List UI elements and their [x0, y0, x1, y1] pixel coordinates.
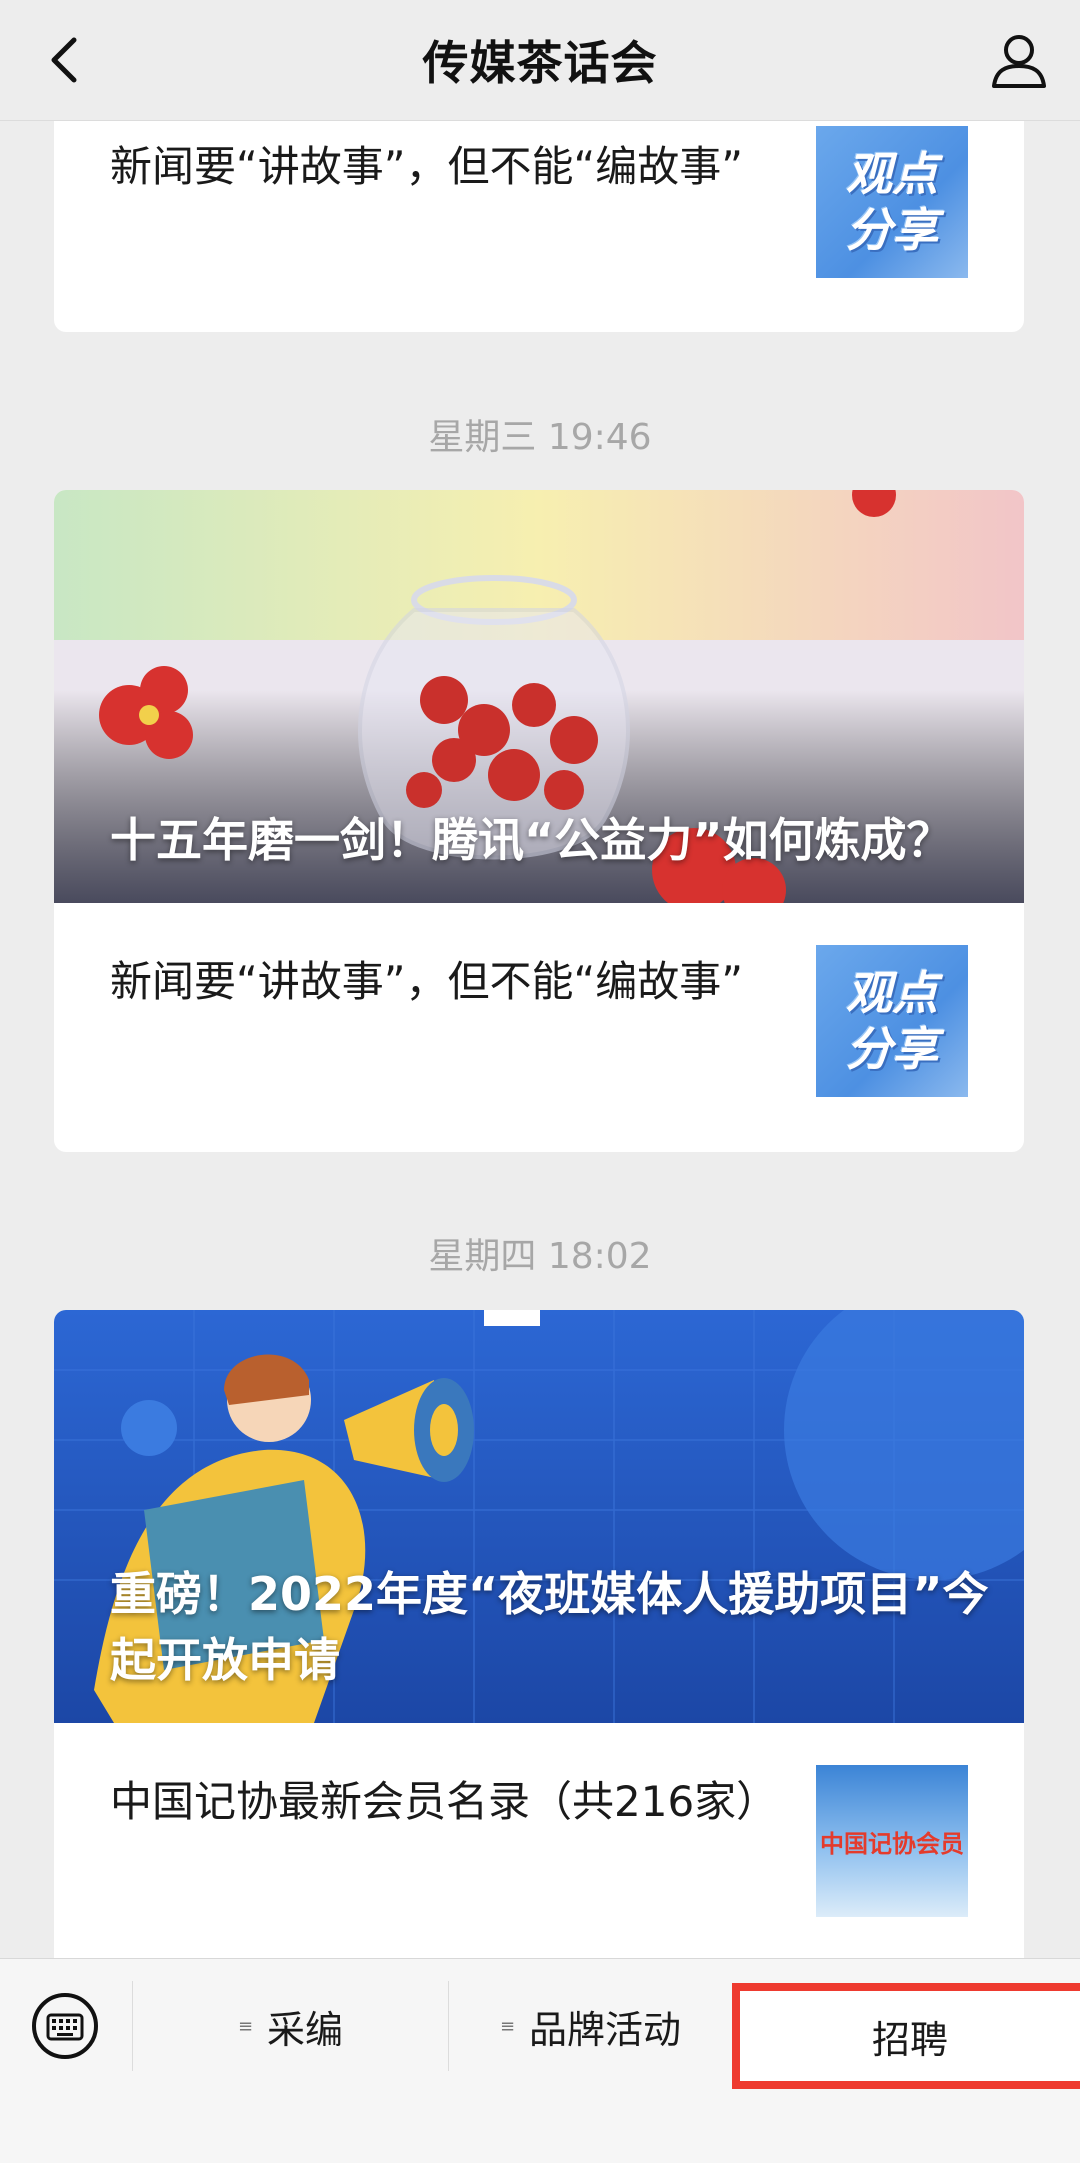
banner-title: 重磅！2022年度“夜班媒体人援助项目”今起开放申请	[110, 1567, 989, 1687]
menu-item-label: 品牌活动	[529, 2007, 682, 2052]
menu-item-label: 招聘	[871, 2017, 948, 2062]
article-title: 中国记协最新会员名录（共216家）	[110, 1777, 779, 1826]
article-title: 新闻要“讲故事”，但不能“编故事”	[110, 957, 744, 1006]
keyboard-icon[interactable]	[30, 1991, 100, 2061]
timestamp: 星期四 18:02	[428, 1236, 652, 1277]
article-card: 重磅！2022年度“夜班媒体人援助项目”今起开放申请 中国记协最新会员名录（共2…	[54, 1310, 1024, 2010]
timestamp: 星期三 19:46	[428, 417, 652, 458]
submenu-icon: ≡	[499, 2015, 516, 2037]
menu-item-label: 采编	[267, 2007, 344, 2052]
menu-item-recruitment[interactable]: 招聘	[732, 1983, 1080, 2089]
article-row[interactable]: 新闻要“讲故事”，但不能“编故事” 观点 分享	[54, 110, 1024, 332]
article-card: 十五年磨一剑！腾讯“公益力”如何炼成？ 新闻要“讲故事”，但不能“编故事” 观点…	[54, 490, 1024, 1152]
submenu-icon: ≡	[237, 2015, 254, 2037]
menu-item-brand-events[interactable]: ≡ 品牌活动	[449, 1981, 732, 2071]
page-title: 传媒茶话会	[422, 36, 658, 90]
article-banner[interactable]: 十五年磨一剑！腾讯“公益力”如何炼成？	[54, 490, 1024, 903]
back-arrow-icon[interactable]	[36, 28, 100, 92]
top-nav-bar: 传媒茶话会	[0, 0, 1080, 121]
article-thumbnail: 观点 分享	[816, 945, 968, 1097]
article-title: 新闻要“讲故事”，但不能“编故事”	[110, 142, 744, 191]
article-card: 新闻要“讲故事”，但不能“编故事” 观点 分享	[54, 110, 1024, 332]
article-row[interactable]: 中国记协最新会员名录（共216家） 中国记协会员	[54, 1723, 1024, 1971]
profile-icon[interactable]	[986, 28, 1052, 94]
article-thumbnail: 观点 分享	[816, 126, 968, 278]
menu-item-caibian[interactable]: ≡ 采编	[133, 1981, 448, 2071]
article-row[interactable]: 新闻要“讲故事”，但不能“编故事” 观点 分享	[54, 903, 1024, 1151]
article-thumbnail: 中国记协会员	[816, 1765, 968, 1917]
banner-title: 十五年磨一剑！腾讯“公益力”如何炼成？	[110, 813, 953, 867]
article-banner[interactable]: 重磅！2022年度“夜班媒体人援助项目”今起开放申请	[54, 1310, 1024, 1723]
